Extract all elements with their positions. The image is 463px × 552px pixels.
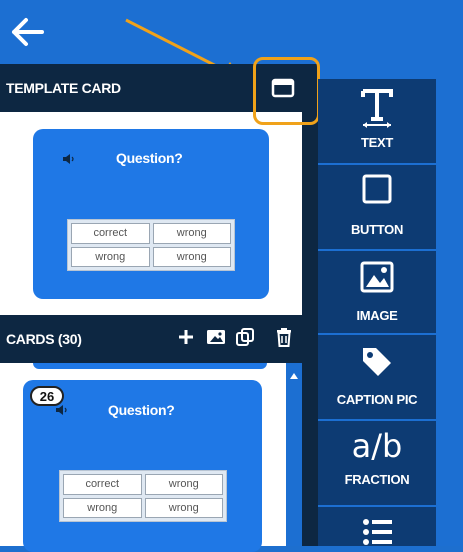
template-card[interactable]: Question? correct wrong wrong wrong (33, 129, 269, 299)
answer-button[interactable]: wrong (152, 223, 231, 244)
answer-button[interactable]: wrong (144, 497, 223, 518)
image-replace-icon[interactable] (206, 328, 226, 346)
card-question: Question? (108, 402, 175, 418)
tool-text-label: TEXT (360, 135, 394, 150)
card-item[interactable]: Question? correct wrong wrong wrong (23, 380, 262, 552)
button-icon (362, 174, 392, 204)
tool-image[interactable]: IMAGE (318, 251, 436, 333)
previous-card[interactable] (33, 363, 267, 369)
back-arrow-icon[interactable] (8, 14, 48, 50)
text-icon (361, 89, 393, 128)
duplicate-icon[interactable] (235, 327, 255, 347)
answer-grid: correct wrong wrong wrong (59, 470, 227, 522)
answer-button[interactable]: wrong (71, 246, 150, 267)
list-icon (363, 519, 392, 545)
fraction-icon: a/b (351, 427, 403, 465)
tag-icon (363, 348, 391, 376)
template-question: Question? (116, 150, 183, 166)
scrollbar[interactable] (286, 363, 302, 546)
add-icon[interactable] (177, 328, 195, 346)
highlight-box (253, 57, 320, 125)
tool-image-label: IMAGE (356, 308, 398, 323)
image-icon (360, 261, 394, 293)
tool-button-label: BUTTON (350, 222, 404, 237)
speaker-icon[interactable] (56, 405, 68, 415)
template-card-title: TEMPLATE CARD (6, 80, 121, 96)
tool-caption-pic[interactable]: CAPTION PIC (318, 335, 436, 419)
cards-title: CARDS (30) (6, 331, 82, 347)
answer-button[interactable]: correct (71, 223, 150, 244)
tool-text[interactable]: TEXT (318, 79, 436, 163)
speaker-icon[interactable] (63, 154, 75, 164)
answer-button[interactable]: wrong (144, 474, 223, 495)
answer-button[interactable]: wrong (152, 246, 231, 267)
panel-divider (302, 64, 318, 546)
trash-icon[interactable] (275, 327, 293, 347)
cards-header: CARDS (30) (0, 315, 302, 363)
tool-fraction[interactable]: a/b FRACTION (318, 421, 436, 505)
tool-fraction-label: FRACTION (344, 472, 410, 487)
tool-list[interactable] (318, 507, 436, 546)
answer-grid: correct wrong wrong wrong (67, 219, 235, 271)
tool-button[interactable]: BUTTON (318, 165, 436, 249)
scroll-up-icon[interactable] (290, 373, 298, 379)
answer-button[interactable]: wrong (63, 497, 142, 518)
tool-caption-pic-label: CAPTION PIC (336, 392, 418, 407)
card-number-badge: 26 (30, 386, 64, 406)
answer-button[interactable]: correct (63, 474, 142, 495)
